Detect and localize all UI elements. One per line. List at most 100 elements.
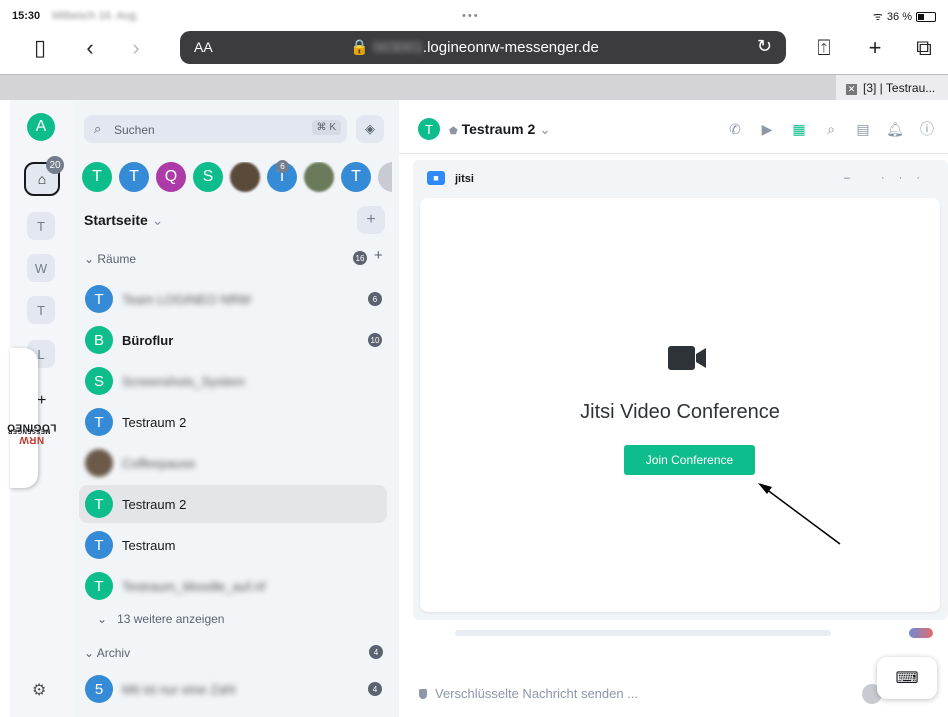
back-icon[interactable]: ‹	[76, 34, 104, 62]
breadcrumb-room[interactable]	[304, 162, 334, 192]
breadcrumb-room-partial[interactable]	[378, 162, 392, 192]
status-bar: 15:30 Mittwoch 16. Aug. ••• ᯤ 36 %	[0, 0, 948, 28]
rooms-section-header[interactable]: ⌄ Räume	[84, 252, 136, 266]
space-item-1[interactable]: T	[27, 212, 55, 240]
notifications-bell-icon[interactable]: 🔔︎	[884, 118, 906, 140]
explore-rooms-button[interactable]: ◈	[356, 115, 384, 143]
threads-icon[interactable]: ▤	[852, 118, 874, 140]
breadcrumb-room[interactable]	[230, 162, 260, 192]
read-receipts[interactable]	[909, 628, 933, 638]
search-icon[interactable]: ⌕	[820, 118, 842, 140]
search-input[interactable]: ⌕ Suchen ⌘ K	[84, 115, 347, 143]
home-label: Startseite	[84, 212, 148, 228]
recent-rooms-breadcrumbs: T T Q S T T	[82, 162, 392, 196]
chevron-down-icon: ⌄	[539, 121, 551, 137]
battery-label: 36 %	[886, 10, 912, 23]
room-item[interactable]: S Screenshots_System	[79, 362, 387, 400]
multitask-dots[interactable]: •••	[462, 10, 480, 22]
room-item[interactable]: T Testraum 2	[79, 403, 387, 441]
settings-gear-icon[interactable]: ⚙	[32, 680, 46, 700]
widget-header: ■ jitsi – ···	[413, 160, 948, 194]
room-name: Testraum 2	[122, 497, 187, 512]
share-icon[interactable]: ⍐	[810, 34, 838, 62]
breadcrumb-room[interactable]: S	[193, 162, 223, 192]
room-unread-badge: 10	[368, 333, 382, 347]
user-avatar[interactable]: A	[27, 113, 55, 141]
video-call-icon[interactable]: ▶	[756, 118, 778, 140]
room-item[interactable]: 5 Mit ist nur eine Zahl 4	[79, 670, 387, 708]
message-composer[interactable]: Verschlüsselte Nachricht senden ...	[399, 670, 948, 717]
add-room-plus-icon[interactable]: +	[374, 247, 383, 264]
search-placeholder: Suchen	[114, 123, 155, 137]
breadcrumb-room[interactable]: T	[119, 162, 149, 192]
messenger-app: A ⌂ 20 T W T L + LOGINEO NRW MESSENGER ⚙ …	[7, 100, 948, 717]
rooms-count-badge: 16	[353, 251, 367, 265]
room-name: Screenshots_System	[122, 374, 245, 389]
home-section-header[interactable]: Startseite ⌄	[84, 212, 163, 229]
jitsi-widget: ■ jitsi – ··· Jitsi Video Conference Joi…	[413, 160, 948, 620]
room-name: Testraum 2	[122, 415, 187, 430]
room-avatar: T	[85, 408, 113, 436]
reader-aa-button[interactable]: AA	[194, 39, 213, 55]
forward-icon[interactable]: ›	[122, 34, 150, 62]
search-icon: ⌕	[94, 121, 102, 136]
breadcrumb-badge: 6	[276, 160, 289, 173]
room-name: Testraum	[122, 538, 176, 553]
room-avatar: S	[85, 367, 113, 395]
room-item[interactable]: T Testraum	[79, 526, 387, 564]
breadcrumb-room[interactable]: T	[82, 162, 112, 192]
room-item[interactable]: B Büroflur 10	[79, 321, 387, 359]
room-header-actions: ✆ ▶ ▦ ⌕ ▤ 🔔︎ ⓘ	[724, 118, 938, 140]
room-name: Mit ist nur eine Zahl	[122, 682, 236, 697]
breadcrumb-room[interactable]: T	[341, 162, 371, 192]
battery-indicator: ᯤ 36 %	[873, 9, 936, 24]
archive-section-header[interactable]: ⌄ Archiv	[84, 646, 130, 660]
tabs-overview-icon[interactable]: ⧉	[910, 34, 938, 62]
tab-strip: ✕ [3] | Testrau...	[0, 74, 948, 101]
show-more-button[interactable]: ⌄ 13 weitere anzeigen	[97, 612, 224, 626]
video-camera-icon: ■	[427, 171, 445, 185]
browser-tab-label: [3] | Testrau...	[863, 81, 936, 95]
url-text[interactable]: 🔒 003001.logineonrw-messenger.de	[350, 38, 599, 56]
encryption-shield-icon	[419, 689, 427, 699]
video-camera-icon	[668, 346, 706, 370]
breadcrumb-room[interactable]: Q	[156, 162, 186, 192]
jitsi-widget-body: Jitsi Video Conference Join Conference	[420, 198, 940, 612]
voice-call-icon[interactable]: ✆	[724, 118, 746, 140]
room-item[interactable]: T Testraum_Moodle_auf.nf	[79, 567, 387, 605]
address-bar[interactable]: AA 🔒 003001.logineonrw-messenger.de ↻	[180, 31, 786, 64]
space-item-3[interactable]: T	[27, 296, 55, 324]
join-conference-button[interactable]: Join Conference	[624, 445, 755, 475]
new-tab-icon[interactable]: +	[861, 34, 889, 62]
logineo-messenger-text: MESSENGER	[7, 427, 51, 434]
room-header-title[interactable]: ⬟ Testraum 2 ⌄	[449, 121, 551, 138]
room-header-avatar[interactable]: T	[418, 118, 440, 140]
create-space-icon[interactable]: +	[37, 392, 46, 410]
room-header: T ⬟ Testraum 2 ⌄ ✆ ▶ ▦ ⌕ ▤ 🔔︎ ⓘ	[399, 100, 948, 154]
message-input[interactable]: Verschlüsselte Nachricht senden ...	[435, 686, 638, 701]
space-item-2[interactable]: W	[27, 254, 55, 282]
room-info-icon[interactable]: ⓘ	[916, 118, 938, 140]
room-name: Büroflur	[122, 333, 174, 348]
wifi-icon: ᯤ	[872, 11, 883, 23]
sidebar-toggle-icon[interactable]: ▯	[26, 34, 54, 62]
add-room-button[interactable]: +	[357, 206, 385, 234]
room-item[interactable]: Coffeepause	[79, 444, 387, 482]
room-item[interactable]: T Team LOGINEO NRW 6	[79, 280, 387, 318]
home-badge: 20	[46, 156, 64, 174]
keyboard-toggle-icon[interactable]: ⌨	[877, 657, 937, 699]
archive-label: Archiv	[96, 646, 131, 660]
close-tab-icon[interactable]: ✕	[846, 84, 857, 95]
reload-icon[interactable]: ↻	[757, 36, 772, 57]
apps-grid-icon[interactable]: ▦	[788, 118, 810, 140]
room-title: Testraum 2	[461, 121, 536, 137]
chevron-down-icon: ⌄	[151, 212, 164, 228]
room-item-selected[interactable]: T Testraum 2	[79, 485, 387, 523]
browser-tab-active[interactable]: ✕ [3] | Testrau...	[836, 75, 948, 101]
widget-controls[interactable]: – ···	[844, 172, 934, 184]
room-avatar: T	[85, 531, 113, 559]
search-shortcut: ⌘ K	[311, 120, 341, 135]
room-name: Testraum_Moodle_auf.nf	[122, 579, 266, 594]
widget-title: jitsi	[455, 173, 474, 185]
show-more-label: 13 weitere anzeigen	[117, 612, 225, 626]
